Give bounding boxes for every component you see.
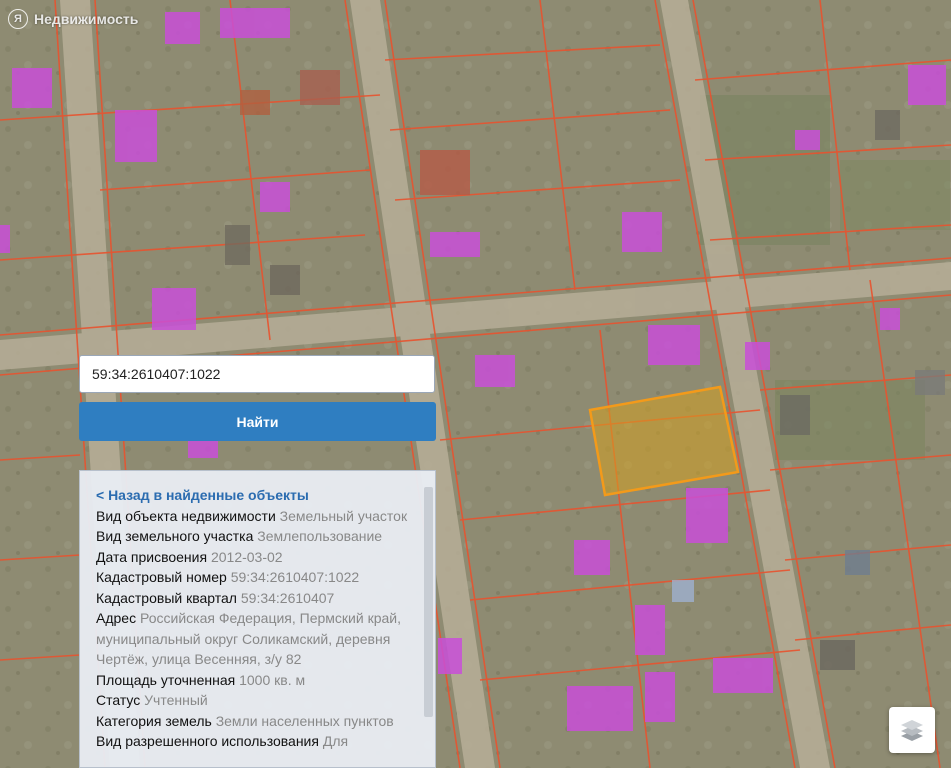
info-rows: Вид объекта недвижимости Земельный участ… — [96, 506, 411, 752]
info-row-label: Адрес — [96, 610, 137, 626]
building — [622, 212, 662, 252]
info-row: Дата присвоения 2012-03-02 — [96, 547, 411, 568]
object-info-panel: < Назад в найденные объекты Вид объекта … — [79, 470, 436, 768]
building — [567, 686, 633, 731]
building — [115, 110, 157, 162]
building — [188, 440, 218, 458]
info-row-value: Российская Федерация, Пермский край, мун… — [96, 610, 401, 667]
building — [475, 355, 515, 387]
building — [430, 232, 480, 257]
layers-icon — [901, 720, 923, 741]
info-row: Кадастровый номер 59:34:2610407:1022 — [96, 567, 411, 588]
back-to-results-link[interactable]: < Назад в найденные объекты — [96, 485, 411, 506]
brand-name: Недвижимость — [34, 11, 139, 27]
info-row-value: 59:34:2610407 — [240, 589, 335, 606]
building — [713, 658, 773, 693]
building — [908, 65, 946, 105]
cadastral-search-input[interactable] — [79, 355, 435, 393]
building — [438, 638, 462, 674]
info-row: Адрес Российская Федерация, Пермский кра… — [96, 608, 411, 670]
info-row: Вид объекта недвижимости Земельный участ… — [96, 506, 411, 527]
info-row-value: 59:34:2610407:1022 — [230, 569, 360, 585]
info-panel-scrollbar[interactable] — [424, 487, 433, 717]
building — [648, 325, 700, 365]
info-row: Статус Учтенный — [96, 690, 411, 711]
info-row: Категория земель Земли населенных пункто… — [96, 711, 411, 732]
layers-button[interactable] — [889, 707, 935, 753]
building — [745, 342, 770, 370]
building — [165, 12, 200, 44]
building — [574, 540, 610, 575]
find-button[interactable]: Найти — [79, 402, 436, 441]
info-row-label: Кадастровый номер — [96, 569, 227, 585]
info-row-label: Кадастровый квартал — [96, 589, 237, 606]
object-info-content: < Назад в найденные объекты Вид объекта … — [80, 471, 435, 752]
info-row: Вид земельного участка Землепользование — [96, 526, 411, 547]
building — [260, 182, 290, 212]
info-row: Кадастровый квартал 59:34:2610407 — [96, 588, 411, 609]
info-row-label: Дата присвоения — [96, 548, 208, 565]
brand-logo: Я Недвижимость — [8, 9, 138, 29]
satellite-map[interactable]: Я Недвижимость Найти < Назад в найденные… — [0, 0, 951, 768]
info-row-label: Площадь уточненная — [96, 671, 236, 688]
building — [795, 130, 820, 150]
info-row-label: Вид разрешенного использования — [96, 733, 319, 749]
building — [635, 605, 665, 655]
info-row-value: 2012-03-02 — [210, 548, 283, 565]
info-row-value: Земли населенных пунктов — [215, 712, 394, 729]
building — [12, 68, 52, 108]
building — [152, 288, 196, 330]
info-row: Площадь уточненная 1000 кв. м — [96, 670, 411, 691]
info-row-value: 1000 кв. м — [239, 671, 306, 688]
info-row-label: Статус — [96, 692, 141, 708]
building — [686, 488, 728, 543]
info-row-value: Учтенный — [144, 692, 208, 708]
building — [0, 225, 10, 253]
info-row-value: Для — [322, 733, 349, 749]
field-patch — [840, 160, 950, 230]
building — [645, 672, 675, 722]
info-row: Вид разрешенного использования Для — [96, 731, 411, 752]
info-row-label: Вид объекта недвижимости — [96, 507, 276, 524]
info-row-value: Землепользование — [257, 528, 383, 544]
info-row-value: Земельный участок — [279, 507, 408, 524]
info-row-label: Вид земельного участка — [96, 528, 254, 544]
building — [220, 8, 290, 38]
yandex-logo-icon: Я — [8, 9, 28, 29]
info-row-label: Категория земель — [96, 712, 212, 729]
building — [880, 308, 900, 330]
